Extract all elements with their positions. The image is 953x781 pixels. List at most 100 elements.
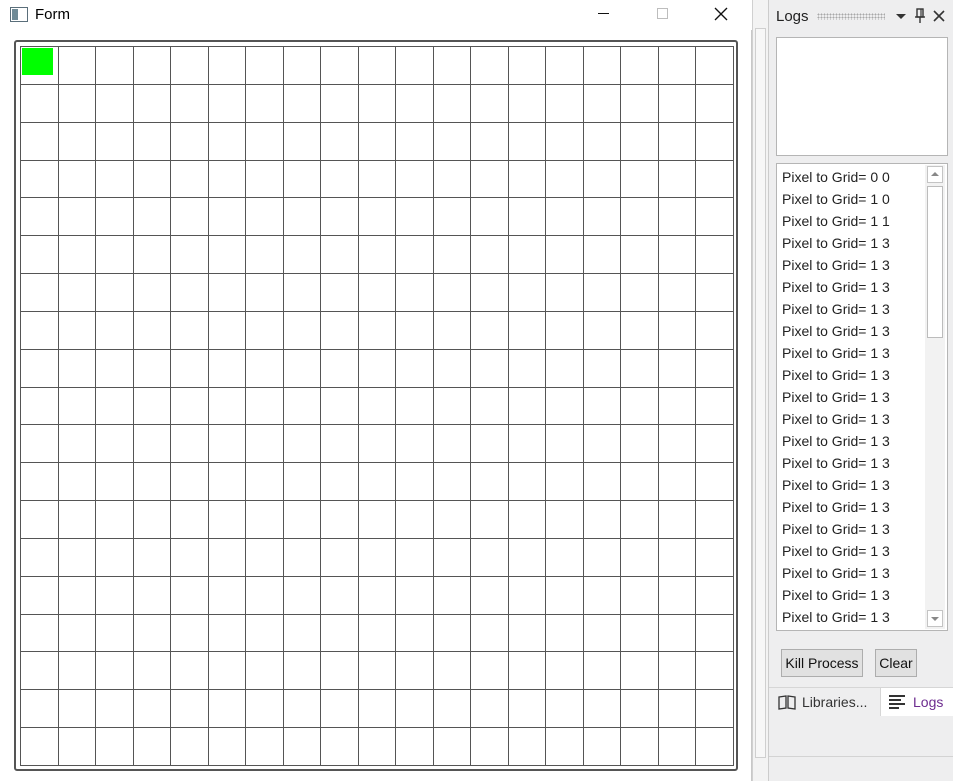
grid-cell[interactable]	[508, 47, 547, 85]
grid-cell[interactable]	[396, 690, 434, 729]
grid-cell[interactable]	[658, 463, 697, 502]
grid-cell[interactable]	[583, 425, 622, 464]
grid-cell[interactable]	[171, 274, 209, 312]
grid-cell[interactable]	[508, 236, 547, 275]
grid-cell[interactable]	[96, 160, 134, 199]
grid-cell[interactable]	[508, 501, 547, 539]
grid-cell[interactable]	[133, 690, 172, 729]
grid-cell[interactable]	[321, 463, 359, 502]
grid-cell[interactable]	[58, 160, 97, 199]
grid-cell[interactable]	[321, 47, 359, 85]
grid-cell[interactable]	[471, 387, 509, 426]
grid-cell[interactable]	[171, 576, 209, 615]
grid-cell[interactable]	[433, 501, 472, 539]
grid-cell[interactable]	[508, 576, 547, 615]
grid-cell[interactable]	[546, 538, 584, 577]
grid-cell[interactable]	[433, 728, 472, 766]
grid-cell[interactable]	[21, 614, 59, 653]
grid-cell[interactable]	[283, 728, 322, 766]
grid-cell[interactable]	[171, 652, 209, 691]
grid-cell[interactable]	[58, 690, 97, 729]
grid-cell[interactable]	[658, 311, 697, 350]
grid-cell[interactable]	[246, 198, 284, 237]
grid-cell[interactable]	[208, 311, 247, 350]
grid-cell[interactable]	[283, 538, 322, 577]
grid-cell[interactable]	[321, 425, 359, 464]
grid-cell[interactable]	[658, 728, 697, 766]
grid-cell[interactable]	[546, 160, 584, 199]
grid-cell[interactable]	[171, 614, 209, 653]
close-panel-button[interactable]	[931, 7, 947, 25]
grid-cell[interactable]	[471, 690, 509, 729]
grid-cell[interactable]	[508, 122, 547, 161]
grid-cell[interactable]	[658, 160, 697, 199]
grid-cell[interactable]	[96, 463, 134, 502]
grid-cell[interactable]	[583, 274, 622, 312]
grid-cell[interactable]	[433, 160, 472, 199]
grid-cell[interactable]	[321, 160, 359, 199]
grid-cell[interactable]	[546, 501, 584, 539]
grid-cell[interactable]	[58, 84, 97, 123]
grid-cell[interactable]	[696, 387, 734, 426]
grid-cell[interactable]	[696, 425, 734, 464]
grid-cell[interactable]	[471, 122, 509, 161]
grid-cell[interactable]	[246, 576, 284, 615]
grid-cell[interactable]	[283, 160, 322, 199]
grid-cell[interactable]	[21, 690, 59, 729]
grid-cell[interactable]	[508, 84, 547, 123]
grid-cell[interactable]	[321, 652, 359, 691]
grid-cell[interactable]	[246, 387, 284, 426]
grid-cell[interactable]	[696, 160, 734, 199]
grid-cell[interactable]	[621, 198, 659, 237]
grid-cell[interactable]	[21, 576, 59, 615]
grid-cell[interactable]	[358, 84, 397, 123]
log-list[interactable]: Pixel to Grid= 0 0 Pixel to Grid= 1 0 Pixe…	[776, 163, 948, 631]
grid-cell[interactable]	[546, 349, 584, 388]
grid-cell[interactable]	[396, 387, 434, 426]
grid-cell[interactable]	[696, 538, 734, 577]
grid-cell[interactable]	[546, 122, 584, 161]
grid-cell[interactable]	[621, 690, 659, 729]
grid-cell[interactable]	[433, 274, 472, 312]
grid-cell[interactable]	[171, 236, 209, 275]
grid-cell[interactable]	[21, 47, 59, 85]
grid-cell[interactable]	[546, 311, 584, 350]
grid-cell[interactable]	[246, 728, 284, 766]
grid-cell[interactable]	[96, 274, 134, 312]
grid-cell[interactable]	[433, 236, 472, 275]
grid-cell[interactable]	[208, 387, 247, 426]
grid-cell[interactable]	[58, 728, 97, 766]
tab-libraries[interactable]: Libraries...	[775, 688, 879, 716]
grid-cell[interactable]	[583, 160, 622, 199]
grid-cell[interactable]	[321, 576, 359, 615]
grid-cell[interactable]	[583, 387, 622, 426]
grid-cell[interactable]	[583, 463, 622, 502]
grid-cell[interactable]	[396, 425, 434, 464]
grid-cell[interactable]	[396, 274, 434, 312]
grid-cell[interactable]	[658, 84, 697, 123]
grid-cell[interactable]	[171, 47, 209, 85]
grid-cell[interactable]	[321, 538, 359, 577]
grid-cell[interactable]	[58, 614, 97, 653]
grid-cell[interactable]	[133, 614, 172, 653]
grid-cell[interactable]	[658, 501, 697, 539]
grid-cell[interactable]	[96, 349, 134, 388]
grid-cell[interactable]	[508, 274, 547, 312]
grid-cell[interactable]	[396, 614, 434, 653]
grid-cell[interactable]	[696, 122, 734, 161]
grid-cell[interactable]	[696, 311, 734, 350]
grid-cell[interactable]	[621, 274, 659, 312]
grid-cell[interactable]	[208, 160, 247, 199]
grid-cell[interactable]	[396, 463, 434, 502]
grid-cell[interactable]	[96, 690, 134, 729]
maximize-button[interactable]	[639, 0, 685, 30]
grid-cell[interactable]	[508, 538, 547, 577]
grid-cell[interactable]	[246, 501, 284, 539]
grid-cell[interactable]	[133, 84, 172, 123]
grid-cell[interactable]	[21, 122, 59, 161]
grid-cell[interactable]	[283, 463, 322, 502]
grid-cell[interactable]	[246, 690, 284, 729]
grid-cell[interactable]	[58, 198, 97, 237]
grid-cell[interactable]	[621, 47, 659, 85]
grid-cell[interactable]	[171, 728, 209, 766]
